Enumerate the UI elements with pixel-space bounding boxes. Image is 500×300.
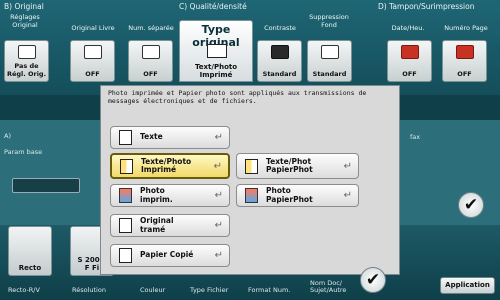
separate-scan-button[interactable]: OFF xyxy=(128,40,173,82)
return-icon: ↵ xyxy=(214,220,223,231)
application-button[interactable]: Application xyxy=(440,277,495,294)
text-photo-icon xyxy=(207,44,227,58)
label-contrast: Contraste xyxy=(264,24,296,32)
return-icon: ↵ xyxy=(214,132,223,143)
contrast-value: Standard xyxy=(262,70,297,78)
option-label: Texte/Phot PapierPhot xyxy=(266,156,313,174)
duplex-value: Recto xyxy=(18,264,42,272)
background-removal-value: Standard xyxy=(312,70,347,78)
text-photo-paper-icon xyxy=(245,158,258,174)
scan-side-selector[interactable] xyxy=(12,178,80,193)
original-type-tab[interactable]: Type original Text/Photo Imprimé xyxy=(179,20,253,82)
book-original-value: OFF xyxy=(85,70,100,78)
duplex-label: Recto-R/V xyxy=(8,286,40,294)
fax-label: fax xyxy=(410,133,421,141)
option-text-photo-printed[interactable]: Texte/Photo Imprimé ↵ xyxy=(110,153,230,179)
label-original-settings: Réglages Original xyxy=(10,13,40,29)
date-time-value: OFF xyxy=(402,70,417,78)
dot-matrix-icon xyxy=(119,218,132,233)
section-label-a: A) xyxy=(4,132,11,140)
original-type-value: Text/Photo Imprimé xyxy=(194,63,238,79)
section-label-quality: C) Qualité/densité xyxy=(179,2,247,11)
file-type-label: Type Fichier xyxy=(190,286,229,294)
contrast-button[interactable]: Standard xyxy=(257,40,302,82)
option-dot-matrix-original[interactable]: Original tramé ↵ xyxy=(110,214,230,237)
option-label: Texte xyxy=(140,132,163,142)
background-removal-button[interactable]: Standard xyxy=(307,40,352,82)
option-label: Original tramé xyxy=(140,216,174,234)
scan-size-label: Format Num. xyxy=(248,286,291,294)
label-page-number: Numéro Page xyxy=(444,24,488,32)
return-icon: ↵ xyxy=(343,190,352,201)
date-time-icon xyxy=(400,45,419,59)
color-label: Couleur xyxy=(140,286,166,294)
dialog-ok-button[interactable]: ✔ xyxy=(360,267,386,293)
separate-scan-value: OFF xyxy=(143,70,158,78)
label-book-original: Original Livre xyxy=(71,24,115,32)
text-photo-icon xyxy=(120,158,133,174)
original-settings-button[interactable]: Pas de Régl. Orig. xyxy=(4,40,49,82)
return-icon: ↵ xyxy=(214,190,223,201)
option-label: Photo PapierPhot xyxy=(266,186,313,204)
photo-icon xyxy=(119,188,132,203)
page-number-value: OFF xyxy=(457,70,472,78)
book-icon xyxy=(83,45,102,59)
option-photo-printed[interactable]: Photo imprim. ↵ xyxy=(110,184,230,207)
text-icon xyxy=(119,130,132,145)
label-background-removal: Suppression Fond xyxy=(309,13,349,29)
checkmark-icon: ✔ xyxy=(365,270,381,290)
original-settings-value: Pas de Régl. Orig. xyxy=(6,62,47,78)
book-original-button[interactable]: OFF xyxy=(70,40,115,82)
page-number-icon xyxy=(455,45,474,59)
option-photo-paper[interactable]: Photo PapierPhot ↵ xyxy=(236,184,359,207)
copied-paper-icon xyxy=(119,248,132,263)
return-icon: ↵ xyxy=(214,250,223,261)
duplex-button[interactable]: Recto xyxy=(8,226,52,276)
dialog-message: Photo imprimée et Papier photo sont appl… xyxy=(108,89,367,105)
option-copied-paper[interactable]: Papier Copié ↵ xyxy=(110,244,230,267)
option-label: Papier Copié xyxy=(140,250,194,260)
doc-name-label: Nom Doc/ Sujet/Autre xyxy=(310,279,347,294)
option-label: Texte/Photo Imprimé xyxy=(141,156,192,174)
date-time-button[interactable]: OFF xyxy=(387,40,432,82)
option-text-photo-paper[interactable]: Texte/Phot PapierPhot ↵ xyxy=(236,153,359,179)
contrast-icon xyxy=(270,45,289,59)
param-base-label: Param base xyxy=(4,148,43,156)
separate-scan-icon xyxy=(141,45,160,59)
section-label-stamp: D) Tampon/Surimpression xyxy=(378,2,475,11)
background-removal-icon xyxy=(320,45,339,59)
label-date-time: Date/Heu. xyxy=(391,24,425,32)
photo-paper-icon xyxy=(245,188,258,203)
option-text[interactable]: Texte ↵ xyxy=(110,126,230,149)
label-separate-scan: Num. séparée xyxy=(128,24,174,32)
checkmark-icon: ✔ xyxy=(463,195,479,215)
confirm-round-button-background[interactable]: ✔ xyxy=(458,192,484,218)
resolution-label: Résolution xyxy=(72,286,106,294)
section-label-original: B) Original xyxy=(4,2,44,11)
document-icon xyxy=(17,45,36,59)
page-number-button[interactable]: OFF xyxy=(442,40,487,82)
return-icon: ↵ xyxy=(343,160,352,172)
original-type-dialog: Photo imprimée et Papier photo sont appl… xyxy=(100,85,400,275)
option-label: Photo imprim. xyxy=(140,186,173,204)
return-icon: ↵ xyxy=(213,160,222,172)
